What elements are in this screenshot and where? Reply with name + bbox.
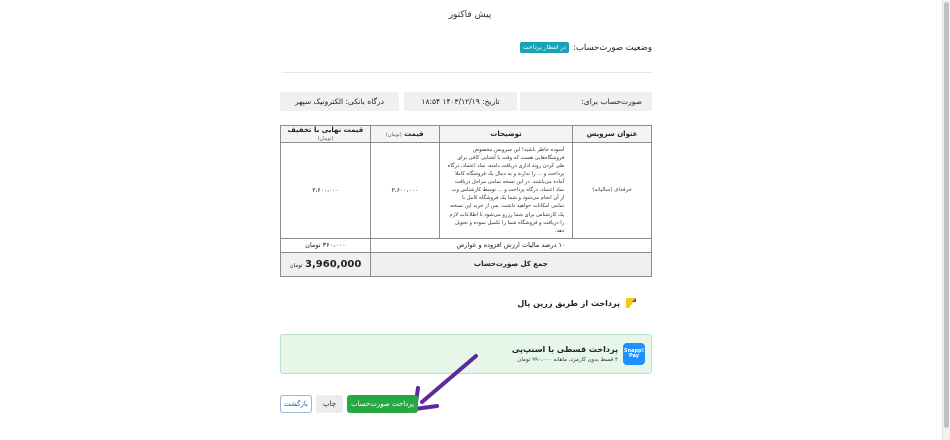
date-label: تاریخ:	[482, 97, 500, 106]
total-amount: 3,960,000	[305, 258, 362, 270]
annotation-arrow-icon	[413, 354, 478, 411]
table-header-row: عنوان سرویس توضیحات قیمت (تومان) قیمت نه…	[280, 125, 652, 143]
snapp-pay-subtitle: ۴ قسط بدون کارمزد، ماهانه ۹۹۰،۰۰۰ تومان	[517, 357, 618, 363]
print-button[interactable]: چاپ	[316, 395, 343, 413]
header-final-label: قیمت نهایی با تخفیف	[287, 126, 364, 134]
back-button[interactable]: بازگشت	[280, 395, 312, 413]
gateway-value: الکترونیک سپهر	[294, 97, 344, 106]
zarinpal-option[interactable]: پرداخت از طریق زرین پال	[517, 296, 638, 310]
header-service: عنوان سرویس	[572, 125, 652, 143]
snapp-pay-text: پرداخت قسطی با اسنپ‌پی ۴ قسط بدون کارمزد…	[512, 345, 618, 363]
header-description: توضیحات	[438, 125, 574, 143]
recipient-label: صورت‌حساب برای:	[581, 97, 642, 106]
zarinpal-icon	[626, 298, 636, 308]
header-price-label: قیمت	[404, 130, 424, 138]
service-final-price: ۳،۶۰۰،۰۰۰	[280, 142, 371, 239]
snapp-pay-logo: Snapp! Pay	[623, 343, 645, 365]
header-final-price: قیمت نهایی با تخفیف (تومان)	[280, 125, 371, 143]
pay-invoice-button[interactable]: پرداخت صورت‌حساب	[347, 395, 418, 413]
status-label: وضعیت صورت‌حساب:	[572, 42, 652, 53]
tax-value: ۳۶۰،۰۰۰ تومان	[280, 237, 371, 253]
date-value: ۱۴۰۳/۱۲/۱۹ ۱۸:۵۴	[421, 97, 480, 106]
recipient-box: صورت‌حساب برای:	[520, 92, 652, 111]
header-price-unit: (تومان)	[385, 132, 402, 138]
scrollbar[interactable]	[942, 0, 950, 440]
invoice-status: وضعیت صورت‌حساب: در انتظار پرداخت	[519, 42, 652, 53]
status-badge: در انتظار پرداخت	[519, 42, 569, 53]
gateway-box: درگاه بانکی: الکترونیک سپهر	[280, 92, 399, 111]
page-title: پیش فاکتور	[448, 10, 492, 20]
total-label: جمع کل صورت‌حساب	[369, 251, 653, 277]
invoice-table: عنوان سرویس توضیحات قیمت (تومان) قیمت نه…	[280, 125, 653, 277]
header-price: قیمت (تومان)	[369, 125, 440, 143]
date-box: تاریخ: ۱۴۰۳/۱۲/۱۹ ۱۸:۵۴	[404, 92, 517, 111]
zarinpal-label: پرداخت از طریق زرین پال	[517, 298, 620, 308]
divider	[282, 72, 652, 73]
total-unit: تومان	[289, 262, 303, 269]
gateway-label: درگاه بانکی:	[345, 97, 385, 106]
total-row: جمع کل صورت‌حساب 3,960,000 تومان	[280, 251, 653, 277]
snapp-pay-title: پرداخت قسطی با اسنپ‌پی	[511, 345, 618, 354]
tax-row: ۱۰ درصد مالیات ارزش افزوده و عوارض ۳۶۰،۰…	[280, 237, 653, 253]
service-price: ۳،۶۰۰،۰۰۰	[369, 142, 440, 239]
table-row: حرفه‌ای (سالیانه) آسوده خاطر باشید! این …	[280, 142, 652, 239]
service-description: آسوده خاطر باشید! این سرویس مخصوص فروشگا…	[438, 142, 574, 239]
scrollbar-thumb[interactable]	[944, 2, 949, 428]
total-cell: 3,960,000 تومان	[280, 251, 371, 277]
header-final-unit: (تومان)	[317, 136, 334, 142]
service-name: حرفه‌ای (سالیانه)	[572, 142, 652, 239]
tax-label: ۱۰ درصد مالیات ارزش افزوده و عوارض	[369, 237, 653, 253]
